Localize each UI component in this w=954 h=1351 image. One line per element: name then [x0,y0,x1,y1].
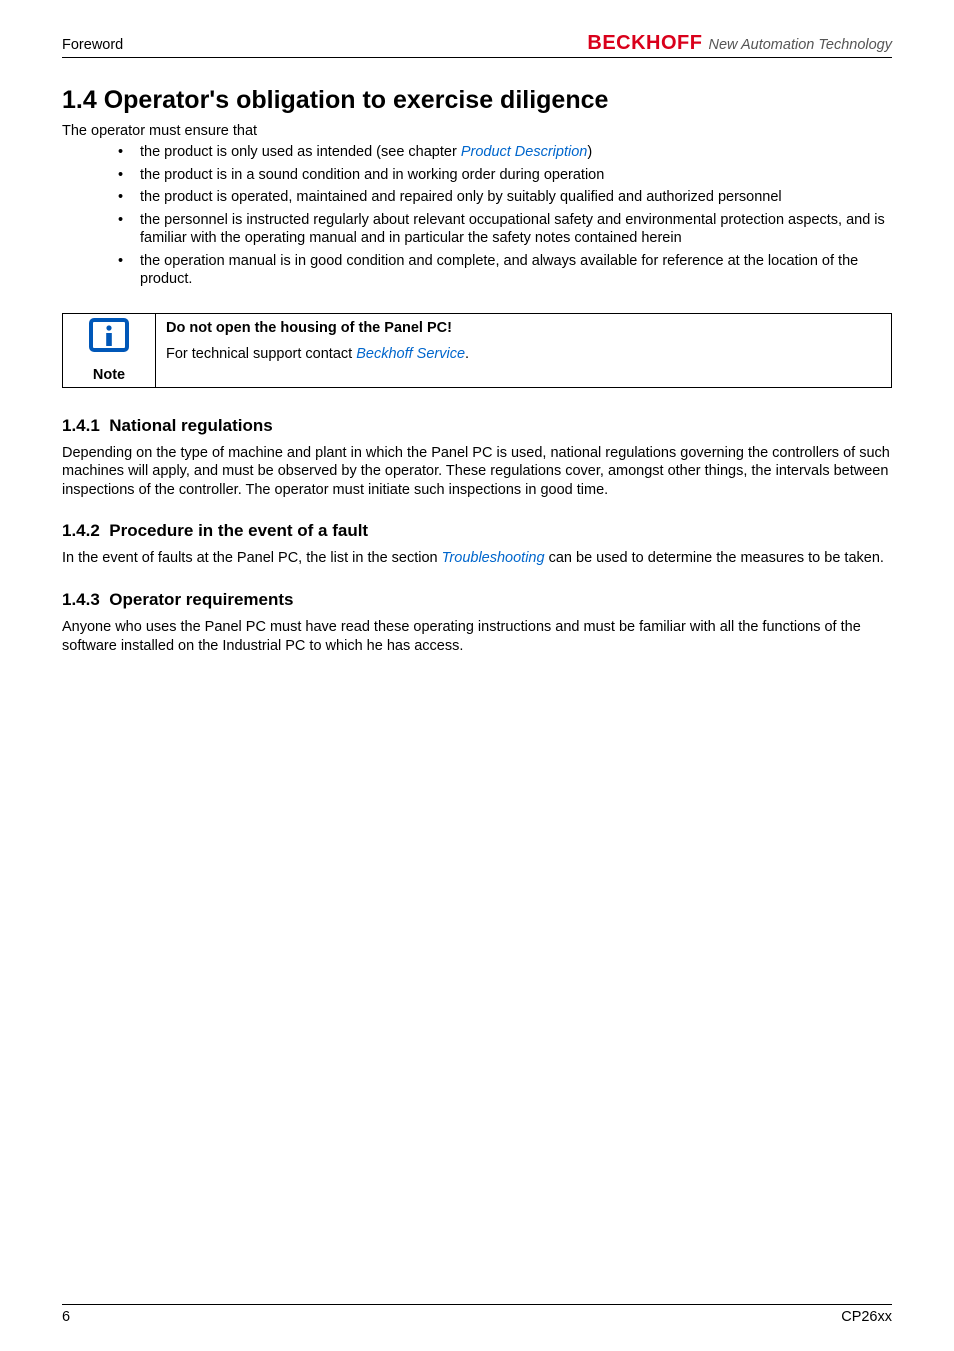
list-item-text: the personnel is instructed regularly ab… [140,212,885,247]
list-item-text: the product is only used as intended (se… [140,144,461,160]
note-body: For technical support contact Beckhoff S… [166,346,881,362]
note-label: Note [93,367,125,383]
note-content: Do not open the housing of the Panel PC!… [156,314,891,387]
note-body-pre: For technical support contact [166,346,356,362]
note-body-post: . [465,346,469,362]
header-section-name: Foreword [62,37,123,53]
requirements-list: the product is only used as intended (se… [62,143,892,289]
subsection-body-pre: Depending on the type of machine and pla… [62,445,890,498]
info-icon [87,318,131,365]
list-item: the product is in a sound condition and … [118,166,892,185]
subsection-body-pre: In the event of faults at the Panel PC, … [62,550,442,566]
section-number: 1.4 [62,86,97,114]
list-item: the operation manual is in good conditio… [118,252,892,289]
page-header: Foreword BECKHOFF New Automation Technol… [62,32,892,58]
troubleshooting-link[interactable]: Troubleshooting [442,550,545,566]
subsection-heading: 1.4.2 Procedure in the event of a fault [62,521,892,541]
footer-doc-id: CP26xx [841,1309,892,1325]
list-item-text: the product is in a sound condition and … [140,167,604,183]
list-item: the product is only used as intended (se… [118,143,892,162]
subsection-title-text: Operator requirements [109,590,293,609]
beckhoff-service-link[interactable]: Beckhoff Service [356,346,465,362]
subsection-number: 1.4.2 [62,521,100,540]
section-intro: The operator must ensure that [62,123,892,139]
subsection-heading: 1.4.1 National regulations [62,416,892,436]
document-page: Foreword BECKHOFF New Automation Technol… [0,0,954,1351]
subsection-body: Anyone who uses the Panel PC must have r… [62,618,892,655]
subsection-heading: 1.4.3 Operator requirements [62,590,892,610]
subsection-number: 1.4.1 [62,416,100,435]
note-title: Do not open the housing of the Panel PC! [166,320,881,336]
page-number: 6 [62,1309,70,1325]
subsection-body-post: can be used to determine the measures to… [545,550,884,566]
note-icon-cell: Note [63,314,156,387]
subsection-title-text: National regulations [109,416,272,435]
subsection-body-pre: Anyone who uses the Panel PC must have r… [62,619,861,654]
list-item-text: the product is operated, maintained and … [140,189,782,205]
note-box: Note Do not open the housing of the Pane… [62,313,892,388]
list-item-text-post: ) [587,144,592,160]
section-title-text: Operator's obligation to exercise dilige… [104,86,609,114]
section-heading: 1.4 Operator's obligation to exercise di… [62,86,892,115]
header-brand-block: BECKHOFF New Automation Technology [587,32,892,55]
product-description-link[interactable]: Product Description [461,144,588,160]
subsection-body: In the event of faults at the Panel PC, … [62,549,892,568]
subsection-title-text: Procedure in the event of a fault [109,521,368,540]
list-item: the product is operated, maintained and … [118,188,892,207]
subsection-body: Depending on the type of machine and pla… [62,444,892,500]
brand-tagline: New Automation Technology [708,37,892,53]
list-item-text: the operation manual is in good conditio… [140,253,858,288]
page-footer: 6 CP26xx [62,1304,892,1325]
brand-logo-text: BECKHOFF [587,32,702,55]
subsection-number: 1.4.3 [62,590,100,609]
list-item: the personnel is instructed regularly ab… [118,211,892,248]
